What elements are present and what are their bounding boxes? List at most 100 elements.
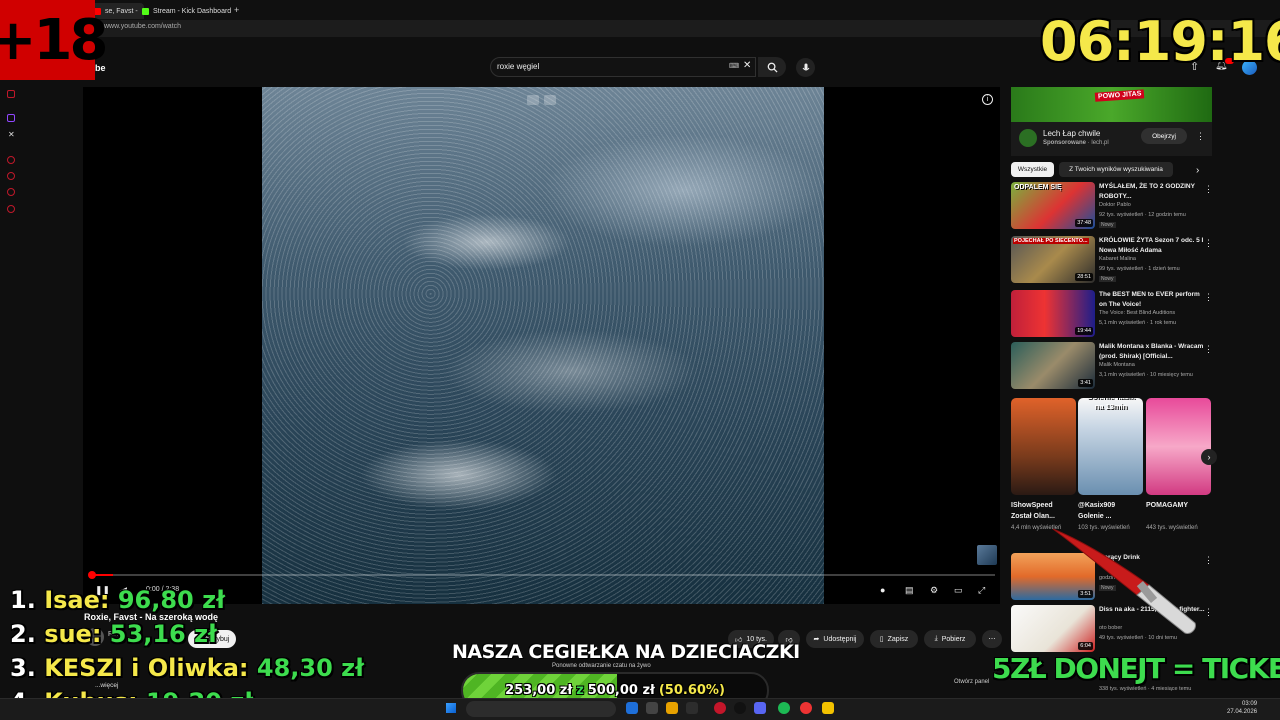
settings-gear-icon[interactable]: ⚙ <box>930 585 938 596</box>
download-icon: ⤓ <box>934 635 938 642</box>
microphone-icon <box>802 63 809 70</box>
ad-title[interactable]: Lech Łap chwile <box>1043 129 1100 138</box>
taskbar-app-icon[interactable] <box>800 702 812 714</box>
taskbar-app-icon[interactable] <box>754 702 766 714</box>
taskbar-app-icon[interactable] <box>686 702 698 714</box>
item-menu-icon[interactable]: ⋮ <box>1204 555 1213 566</box>
taskbar-search[interactable] <box>466 701 616 717</box>
leader-name: sue: <box>44 620 102 648</box>
autoplay-toggle-icon[interactable]: ● <box>880 585 885 595</box>
miniplayer-icon[interactable]: ▭ <box>954 585 963 596</box>
system-time: 03:09 <box>1242 701 1258 707</box>
chip-all[interactable]: Wszystkie <box>1011 162 1054 177</box>
channel-watermark[interactable] <box>977 545 997 565</box>
taskbar-app-icon[interactable] <box>734 702 746 714</box>
share-button[interactable]: ➦ Udostępnij <box>806 630 864 648</box>
short-thumbnail[interactable]: Golenie kasix na 13min <box>1078 398 1143 495</box>
tab-kick-dashboard[interactable]: Stream - Kick Dashboard <box>136 3 237 19</box>
taskbar-app-icon[interactable] <box>822 702 834 714</box>
video-thumbnail[interactable]: 3:41 <box>1011 342 1095 389</box>
video-thumbnail[interactable]: POJECHAŁ PO SIECENTO... 28:51 <box>1011 236 1095 283</box>
keyboard-icon[interactable]: ⌨ <box>729 62 739 70</box>
duration-badge: 3:41 <box>1078 379 1093 387</box>
progress-track[interactable] <box>90 574 995 576</box>
item-menu-icon[interactable]: ⋮ <box>1204 238 1213 249</box>
video-title[interactable]: The BEST MEN to EVER perform on The Voic… <box>1099 290 1207 309</box>
more-actions-button[interactable]: ⋯ <box>982 630 1002 648</box>
sidebar-app-icon[interactable] <box>7 172 15 180</box>
new-badge: Nowy <box>1099 222 1116 228</box>
shorts-next-icon[interactable]: › <box>1201 449 1217 465</box>
windows-start-icon[interactable] <box>446 703 456 713</box>
voice-search-button[interactable] <box>796 58 815 77</box>
taskbar-app-icon[interactable] <box>778 702 790 714</box>
leader-amount: 96,80 zł <box>117 586 225 614</box>
leaderboard-row: 2. sue: 53,16 zł <box>10 620 217 648</box>
video-meta: 5,1 mln wyświetleń · 1 rok temu <box>1099 320 1177 326</box>
overlay-control-icon[interactable] <box>544 95 556 105</box>
sidebar-app-icon[interactable] <box>7 90 15 98</box>
item-menu-icon[interactable]: ⋮ <box>1204 184 1213 195</box>
sidebar-app-icon[interactable] <box>7 205 15 213</box>
ad-menu-icon[interactable]: ⋮ <box>1196 131 1205 142</box>
search-button[interactable] <box>758 57 786 77</box>
channel-name[interactable]: Doktor Pablo <box>1099 202 1131 208</box>
video-thumbnail[interactable]: 19:44 <box>1011 290 1095 337</box>
recommendation-item[interactable]: 19:44 The BEST MEN to EVER perform on Th… <box>1011 290 1212 340</box>
leader-rank: 2. <box>10 620 36 648</box>
ticket-promo: 5ZŁ DONEJT = TICKET <box>992 652 1280 685</box>
leaderboard-row: 1. Isae: 96,80 zł <box>10 586 225 614</box>
save-button[interactable]: ▯ Zapisz <box>870 630 918 648</box>
age-restriction-badge: +18 <box>0 0 108 80</box>
leader-name: Isae: <box>44 586 110 614</box>
open-panel-button[interactable]: Otwórz panel <box>954 679 989 685</box>
progress-scrubber[interactable] <box>88 571 96 579</box>
channel-name[interactable]: The Voice: Best Blind Auditions <box>1099 310 1175 316</box>
short-title[interactable]: @Kasix909 Golenie ... <box>1078 500 1136 522</box>
recommendation-item[interactable]: 3:41 Malik Montana x Blanka - Wracam (pr… <box>1011 342 1212 392</box>
short-title[interactable]: IShowSpeed Został Olan... <box>1011 500 1069 522</box>
taskbar-app-icon[interactable] <box>714 702 726 714</box>
share-icon: ➦ <box>813 636 820 643</box>
twitch-icon[interactable] <box>7 114 15 122</box>
overlay-control-icon[interactable] <box>527 95 539 105</box>
chevron-right-icon[interactable]: › <box>1196 165 1199 176</box>
system-clock[interactable]: 03:09 27.04.2026 <box>1227 700 1257 716</box>
video-meta: 99 tys. wyświetleń · 1 dzień temu <box>1099 266 1180 272</box>
goal-current: 253,00 zł <box>505 683 573 698</box>
taskbar-app-icon[interactable] <box>646 702 658 714</box>
video-title[interactable]: MYŚLAŁEM, ŻE TO 2 GODZINY ROBOTY... <box>1099 182 1207 201</box>
goal-separator: z <box>576 683 584 698</box>
video-frame[interactable] <box>262 87 824 604</box>
subtitles-icon[interactable]: ▤ <box>905 585 914 596</box>
item-menu-icon[interactable]: ⋮ <box>1204 292 1213 303</box>
channel-name[interactable]: Kabaret Malina <box>1099 256 1136 262</box>
sidebar-app-icon[interactable] <box>7 156 15 164</box>
clear-search-icon[interactable]: ✕ <box>743 60 751 71</box>
short-thumbnail[interactable] <box>1011 398 1076 495</box>
recommendation-item[interactable]: ODPALEM SIĘ 37:48 MYŚLAŁEM, ŻE TO 2 GODZ… <box>1011 182 1212 232</box>
recommendation-item[interactable]: POJECHAŁ PO SIECENTO... 28:51 KRÓLOWIE Ż… <box>1011 236 1212 286</box>
item-menu-icon[interactable]: ⋮ <box>1204 607 1213 618</box>
video-title[interactable]: KRÓLOWIE ŻYTA Sezon 7 odc. 5 I Nowa Miło… <box>1099 236 1207 255</box>
short-thumbnail[interactable] <box>1146 398 1211 495</box>
item-menu-icon[interactable]: ⋮ <box>1204 344 1213 355</box>
short-title[interactable]: POMAGAMY <box>1146 500 1204 511</box>
system-date: 27.04.2026 <box>1227 709 1258 715</box>
x-icon[interactable]: ✕ <box>8 130 15 139</box>
video-title[interactable]: Malik Montana x Blanka - Wracam (prod. S… <box>1099 342 1207 361</box>
leader-amount: 53,16 zł <box>109 620 217 648</box>
download-button[interactable]: ⤓ Pobierz <box>924 630 976 648</box>
taskbar-app-icon[interactable] <box>666 702 678 714</box>
sponsored-label: Sponsorowane <box>1043 140 1087 146</box>
info-icon[interactable]: i <box>982 94 993 105</box>
fullscreen-icon[interactable]: ⤢ <box>978 585 985 596</box>
channel-name[interactable]: Malik Montana <box>1099 362 1135 368</box>
download-label: Pobierz <box>941 635 966 643</box>
taskbar-app-icon[interactable] <box>626 702 638 714</box>
new-tab-icon[interactable]: + <box>234 5 239 15</box>
sidebar-app-icon[interactable] <box>7 188 15 196</box>
video-thumbnail[interactable]: ODPALEM SIĘ 37:48 <box>1011 182 1095 229</box>
chip-search-results[interactable]: Z Twoich wyników wyszukiwania <box>1059 162 1173 177</box>
ad-watch-button[interactable]: Obejrzyj <box>1141 128 1187 144</box>
